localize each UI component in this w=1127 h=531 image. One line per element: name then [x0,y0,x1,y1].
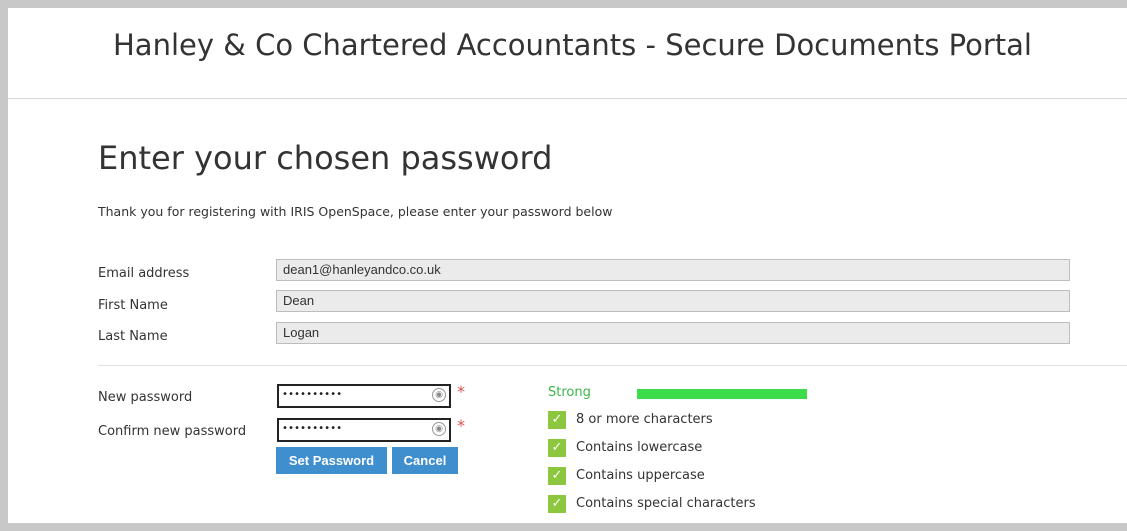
email-label: Email address [98,266,190,281]
required-marker: * [457,416,465,435]
required-marker: * [457,382,465,401]
requirement-label: Contains lowercase [576,440,703,455]
checkmark-icon: ✓ [548,439,566,457]
first-name-field[interactable]: Dean [276,290,1070,312]
password-strength-label: Strong [548,385,591,400]
checkmark-icon: ✓ [548,411,566,429]
portal-window: Hanley & Co Chartered Accountants - Secu… [8,8,1127,523]
first-name-label: First Name [98,298,168,313]
new-password-input[interactable]: •••••••••• ◉ [277,384,451,408]
show-confirm-password-icon[interactable]: ◉ [432,422,446,436]
portal-title: Hanley & Co Chartered Accountants - Secu… [113,28,1032,62]
requirement-label: 8 or more characters [576,412,713,427]
new-password-label: New password [98,390,193,405]
page-title: Enter your chosen password [98,139,553,177]
email-field[interactable]: dean1@hanleyandco.co.uk [276,259,1070,281]
checkmark-icon: ✓ [548,467,566,485]
last-name-field[interactable]: Logan [276,322,1070,344]
cancel-button[interactable]: Cancel [392,447,458,474]
set-password-button[interactable]: Set Password [276,447,387,474]
confirm-password-value: •••••••••• [282,423,343,434]
password-strength-meter [637,389,807,399]
requirement-label: Contains uppercase [576,468,705,483]
password-strength-fill [637,389,807,399]
portal-header: Hanley & Co Chartered Accountants - Secu… [8,8,1127,99]
section-divider [98,365,1127,366]
confirm-password-input[interactable]: •••••••••• ◉ [277,418,451,442]
checkmark-icon: ✓ [548,495,566,513]
requirement-label: Contains special characters [576,496,756,511]
intro-text: Thank you for registering with IRIS Open… [98,204,613,219]
show-password-icon[interactable]: ◉ [432,388,446,402]
new-password-value: •••••••••• [282,389,343,400]
last-name-label: Last Name [98,329,168,344]
confirm-password-label: Confirm new password [98,424,247,439]
